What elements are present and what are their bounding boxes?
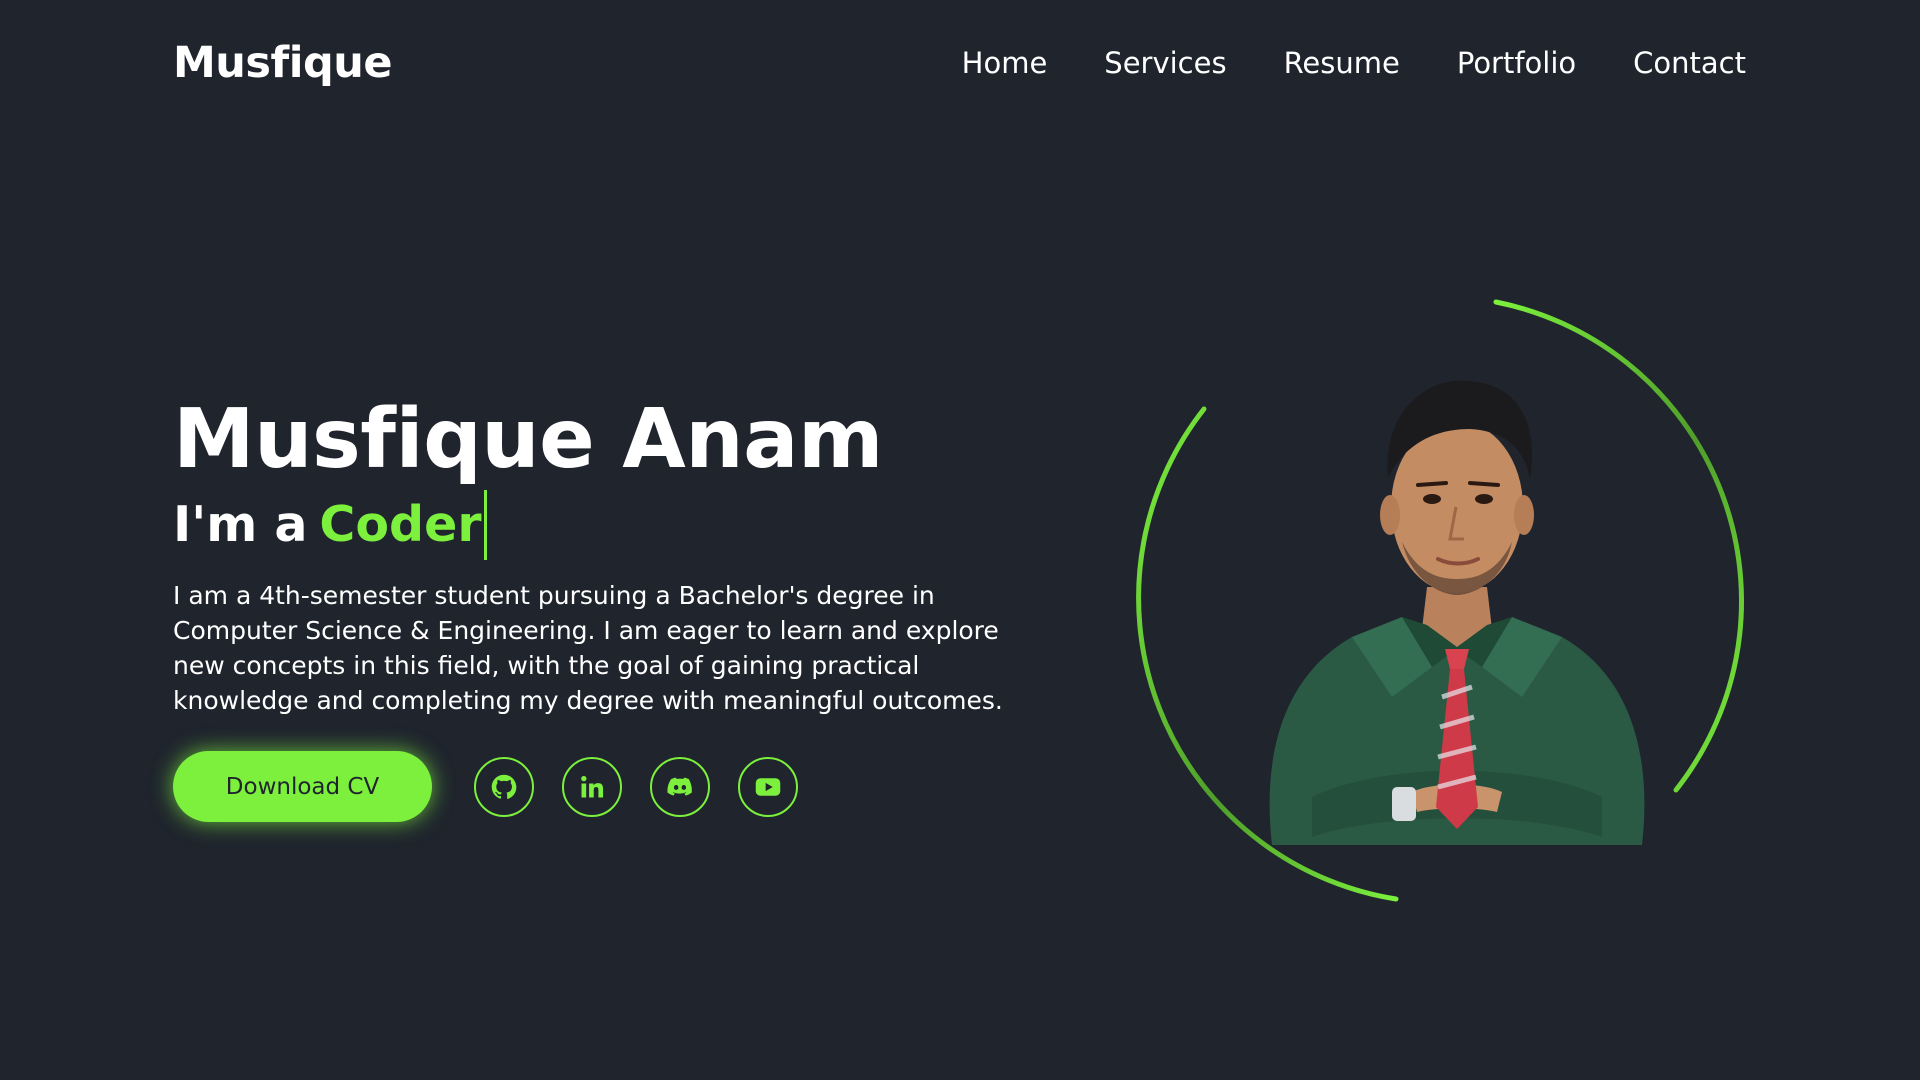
youtube-icon (755, 777, 781, 796)
linkedin-link[interactable] (562, 756, 622, 817)
portrait (1126, 294, 1752, 920)
hero-section: Musfique Anam I'm a Coder I am a 4th-sem… (173, 388, 1073, 718)
hero-name: Musfique Anam (173, 392, 883, 487)
site-logo[interactable]: Musfique (173, 38, 393, 88)
main-nav: Home Services Resume Portfolio Contact (962, 46, 1746, 80)
discord-link[interactable] (650, 756, 710, 817)
typing-caret (483, 490, 487, 560)
site-header: Musfique Home Services Resume Portfolio … (0, 0, 1920, 126)
github-link[interactable] (474, 756, 534, 817)
nav-portfolio-link[interactable]: Portfolio (1457, 46, 1576, 80)
nav-services-link[interactable]: Services (1104, 46, 1226, 80)
nav-home-link[interactable]: Home (962, 46, 1048, 80)
youtube-link[interactable] (738, 756, 798, 817)
social-links (474, 756, 798, 817)
hero-description: I am a 4th-semester student pursuing a B… (173, 581, 1003, 715)
discord-icon (667, 777, 692, 796)
download-cv-button[interactable]: Download CV (173, 751, 432, 822)
linkedin-icon (581, 775, 604, 797)
portfolio-page: Musfique Home Services Resume Portfolio … (0, 0, 1920, 1080)
role-prefix: I'm a (173, 496, 308, 553)
github-icon (491, 774, 517, 799)
hero-role: I'm a Coder (173, 490, 1073, 560)
nav-resume-link[interactable]: Resume (1284, 46, 1400, 80)
hero-actions: Download CV (173, 751, 798, 822)
profile-photo (1269, 380, 1645, 845)
role-word: Coder (319, 496, 482, 553)
nav-contact-link[interactable]: Contact (1633, 46, 1746, 80)
